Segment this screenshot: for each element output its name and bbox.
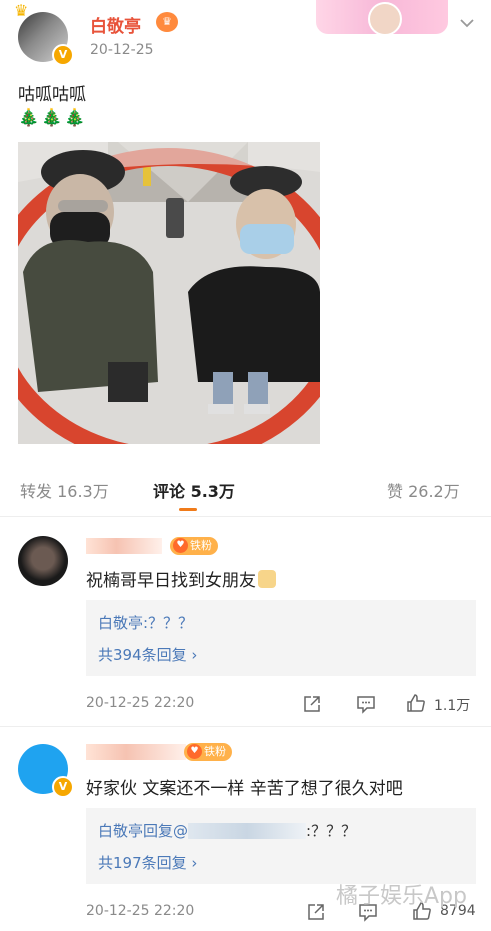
reply-line: 白敬亭:？？？ [98,612,193,633]
divider [0,516,491,517]
share-icon[interactable] [306,902,326,922]
active-tab-indicator [179,508,197,511]
reply-count-link[interactable]: 共394条回复 › [98,644,197,665]
reply-text: :？？？ [306,822,357,840]
vip-icon: ♛ [156,12,178,32]
crown-icon: ♛ [14,1,29,20]
banner-avatar [368,2,402,36]
reply-author[interactable]: 白敬亭回复@ [98,822,188,840]
author-name[interactable]: 白敬亭 [90,12,141,37]
like-count: 1.1万 [434,698,471,714]
post-image[interactable] [18,142,320,444]
mentioned-user-blurred[interactable] [188,823,307,839]
reply-text: 白敬亭:？？？ [98,614,194,632]
reply-line: 白敬亭回复@ :？？？ [98,820,356,841]
post-tabs: 转发 16.3万 评论 5.3万 赞 26.2万 [0,460,491,512]
cat-emoji-icon [258,570,276,588]
post-time: 20-12-25 [90,42,154,58]
comment-time: 20-12-25 22:20 [86,695,195,711]
chevron-down-icon[interactable] [458,14,476,32]
decoration-banner [316,0,448,36]
fan-badge-label: 铁粉 [204,745,226,758]
reply-count-link[interactable]: 共197条回复 › [98,852,197,873]
comment-time: 20-12-25 22:20 [86,903,195,919]
fan-badge: ♥ 铁粉 [184,743,232,761]
tab-likes[interactable]: 赞 26.2万 [387,478,460,502]
tab-comments[interactable]: 评论 5.3万 [153,478,235,502]
divider [0,726,491,727]
post-emoji: 🎄🎄🎄 [18,108,88,128]
heart-icon: ♥ [173,538,188,553]
comment-icon[interactable] [356,694,376,714]
heart-icon: ♥ [187,744,202,759]
comment-text: 祝楠哥早日找到女朋友 [86,566,276,591]
verified-v-icon: V [52,776,74,798]
watermark: 橘子娱乐App [336,884,467,909]
share-icon[interactable] [302,694,322,714]
comment-text-content: 祝楠哥早日找到女朋友 [86,571,256,591]
commenter-name-blurred[interactable] [86,538,162,554]
tab-reposts[interactable]: 转发 16.3万 [20,478,109,502]
reply-preview[interactable]: 白敬亭回复@ :？？？ 共197条回复 › [86,808,476,884]
fan-badge-label: 铁粉 [190,539,212,552]
fan-badge: ♥ 铁粉 [170,537,218,555]
verified-v-icon: V [52,44,74,66]
commenter-avatar[interactable] [18,536,68,586]
post-text: 咕呱咕呱 [18,85,86,105]
reply-preview[interactable]: 白敬亭:？？？ 共394条回复 › [86,600,476,676]
commenter-name-blurred[interactable] [86,744,186,760]
comment-text: 好家伙 文案还不一样 辛苦了想了很久对吧 [86,779,403,799]
like-icon[interactable] [406,693,426,713]
